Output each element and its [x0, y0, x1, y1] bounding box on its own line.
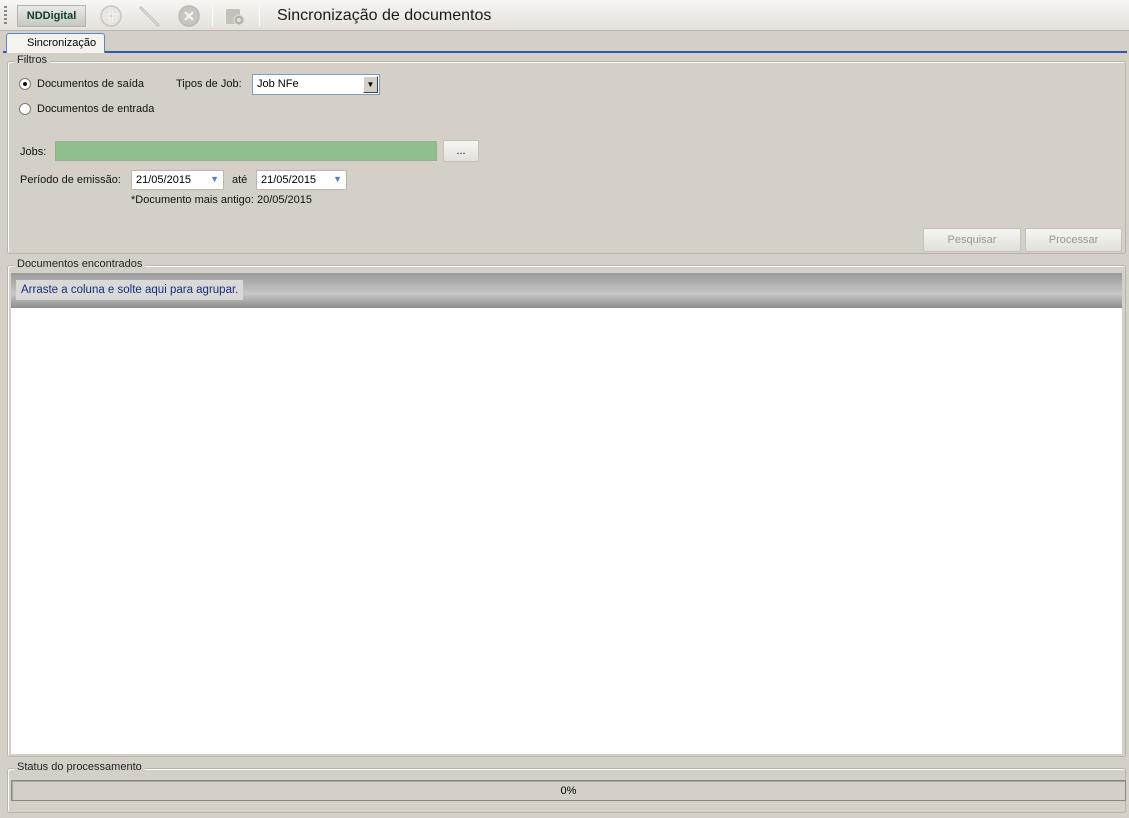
results-legend: Documentos encontrados: [14, 258, 146, 270]
group-drop-hint: Arraste a coluna e solte aqui para agrup…: [16, 280, 244, 300]
processar-button[interactable]: Processar: [1025, 228, 1122, 252]
toolbar-grip[interactable]: [4, 6, 7, 26]
radio-entrada-label[interactable]: Documentos de entrada: [37, 103, 154, 115]
jobs-field[interactable]: [55, 141, 437, 161]
toolbar: NDDigital Sincronização de documentos: [0, 0, 1129, 31]
job-type-value: Job NFe: [257, 78, 299, 90]
period-label: Período de emissão:: [20, 174, 121, 186]
progress-text: 0%: [560, 784, 577, 797]
tab-strip-line: [3, 51, 1127, 53]
radio-documentos-entrada[interactable]: [19, 103, 31, 115]
edit-icon[interactable]: [138, 4, 162, 28]
browse-jobs-button[interactable]: ...: [443, 140, 479, 162]
date-to-picker[interactable]: 21/05/2015 ▼: [256, 170, 347, 190]
date-from-picker[interactable]: 21/05/2015 ▼: [131, 170, 224, 190]
chevron-down-icon[interactable]: ▼: [333, 174, 342, 184]
job-type-label: Tipos de Job:: [176, 78, 242, 90]
progress-bar: 0%: [11, 780, 1126, 801]
add-icon[interactable]: [99, 4, 123, 28]
toolbar-separator: [259, 6, 260, 26]
ate-label: até: [232, 174, 248, 186]
radio-documentos-saida[interactable]: [19, 78, 31, 90]
jobs-label: Jobs:: [20, 146, 47, 158]
oldest-document-note: *Documento mais antigo: 20/05/2015: [131, 194, 313, 206]
radio-saida-label[interactable]: Documentos de saída: [37, 78, 144, 90]
date-to-value: 21/05/2015: [261, 174, 317, 186]
settings-icon[interactable]: [223, 4, 247, 28]
status-legend: Status do processamento: [14, 761, 145, 773]
page-title: Sincronização de documentos: [277, 7, 492, 24]
pesquisar-button[interactable]: Pesquisar: [923, 228, 1021, 252]
tab-sincronizacao[interactable]: Sincronização: [6, 33, 105, 53]
toolbar-separator: [212, 6, 213, 26]
job-type-select[interactable]: Job NFe ▼: [252, 74, 380, 95]
dropdown-arrow-icon[interactable]: ▼: [363, 76, 378, 93]
group-by-panel[interactable]: Arraste a coluna e solte aqui para agrup…: [11, 273, 1122, 308]
date-from-value: 21/05/2015: [136, 174, 192, 186]
filters-legend: Filtros: [14, 54, 50, 66]
ndd-logo: NDDigital: [17, 5, 86, 27]
chevron-down-icon[interactable]: ▼: [210, 174, 219, 184]
delete-icon[interactable]: [177, 4, 201, 28]
documents-grid[interactable]: [11, 308, 1122, 754]
